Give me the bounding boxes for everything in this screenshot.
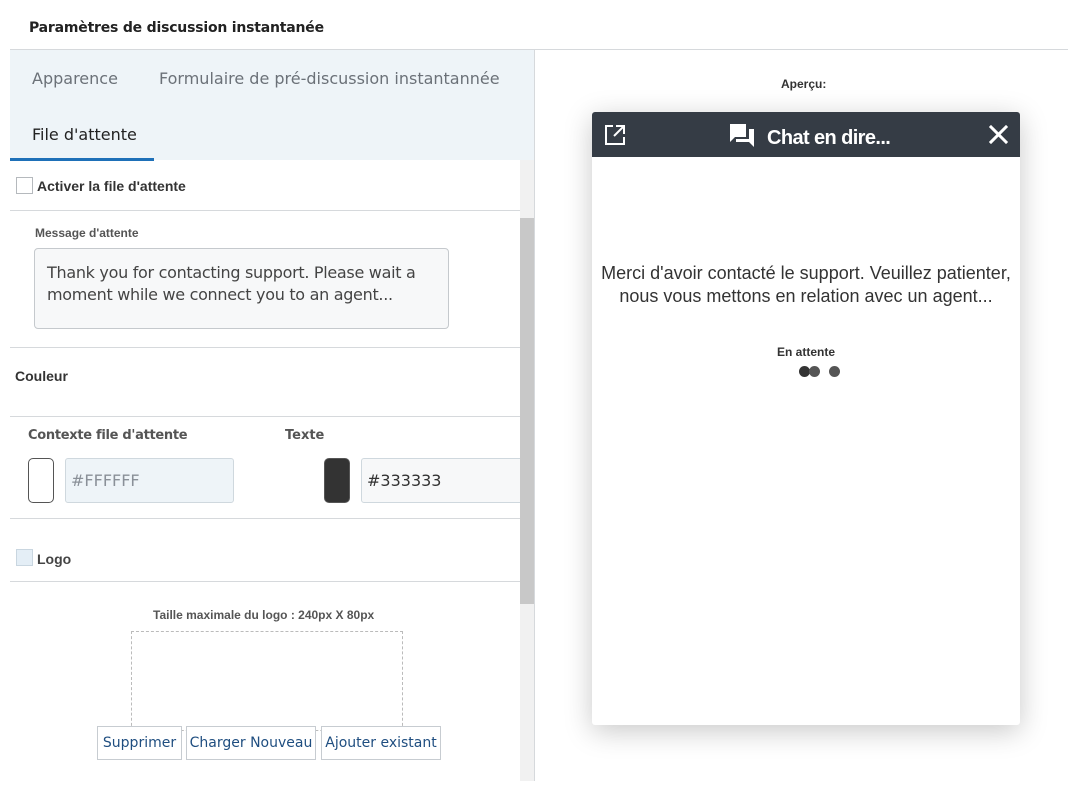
upload-logo-button[interactable]: Charger Nouveau — [186, 726, 316, 760]
chat-title: Chat en dire... — [767, 127, 891, 149]
popout-icon[interactable] — [604, 124, 626, 146]
chat-bubble-icon — [730, 124, 754, 147]
preview-label: Aperçu: — [781, 77, 827, 91]
chat-header: Chat en dire... — [592, 112, 1020, 157]
panel-divider — [534, 50, 535, 781]
close-icon[interactable] — [989, 125, 1008, 144]
background-color-swatch[interactable] — [28, 458, 54, 503]
section-divider — [10, 581, 520, 582]
queue-message-preview: Merci d'avoir contacté le support. Veuil… — [601, 263, 1011, 306]
logo-checkbox[interactable] — [16, 549, 33, 566]
tab-bar: Apparence Formulaire de pré-discussion i… — [10, 50, 534, 161]
logo-dropzone[interactable] — [131, 631, 403, 731]
enable-queue-label: Activer la file d'attente — [37, 178, 186, 194]
queue-message-label: Message d'attente — [35, 226, 139, 240]
chat-preview-window: Chat en dire... Merci d'avoir contacté l… — [592, 112, 1020, 725]
text-color-input[interactable]: #333333 — [361, 458, 531, 503]
add-existing-logo-button[interactable]: Ajouter existant — [321, 726, 441, 760]
background-color-label: Contexte file d'attente — [28, 428, 188, 443]
settings-panel: Apparence Formulaire de pré-discussion i… — [10, 50, 534, 781]
tab-appearance[interactable]: Apparence — [32, 69, 118, 88]
remove-logo-button[interactable]: Supprimer — [97, 726, 182, 760]
queue-settings: Activer la file d'attente Message d'atte… — [10, 160, 531, 781]
text-color-label: Texte — [285, 428, 325, 443]
scrollbar-thumb[interactable] — [520, 218, 534, 604]
section-divider — [10, 210, 520, 211]
color-section-label: Couleur — [15, 368, 68, 384]
queue-message-field[interactable]: Thank you for contacting support. Please… — [34, 248, 449, 329]
queue-status: En attente — [776, 345, 835, 359]
logo-size-hint: Taille maximale du logo : 240px X 80px — [153, 608, 375, 622]
enable-queue-checkbox[interactable] — [16, 177, 33, 194]
tab-pre-chat-form[interactable]: Formulaire de pré-discussion instantanné… — [159, 69, 500, 88]
section-divider — [10, 518, 520, 519]
section-divider — [10, 416, 520, 417]
page-title: Paramètres de discussion instantanée — [29, 20, 324, 36]
section-divider — [10, 347, 520, 348]
logo-label: Logo — [37, 551, 72, 567]
background-color-input[interactable]: #FFFFFF — [65, 458, 234, 503]
text-color-swatch[interactable] — [324, 458, 350, 503]
tab-queue[interactable]: File d'attente — [32, 125, 137, 144]
